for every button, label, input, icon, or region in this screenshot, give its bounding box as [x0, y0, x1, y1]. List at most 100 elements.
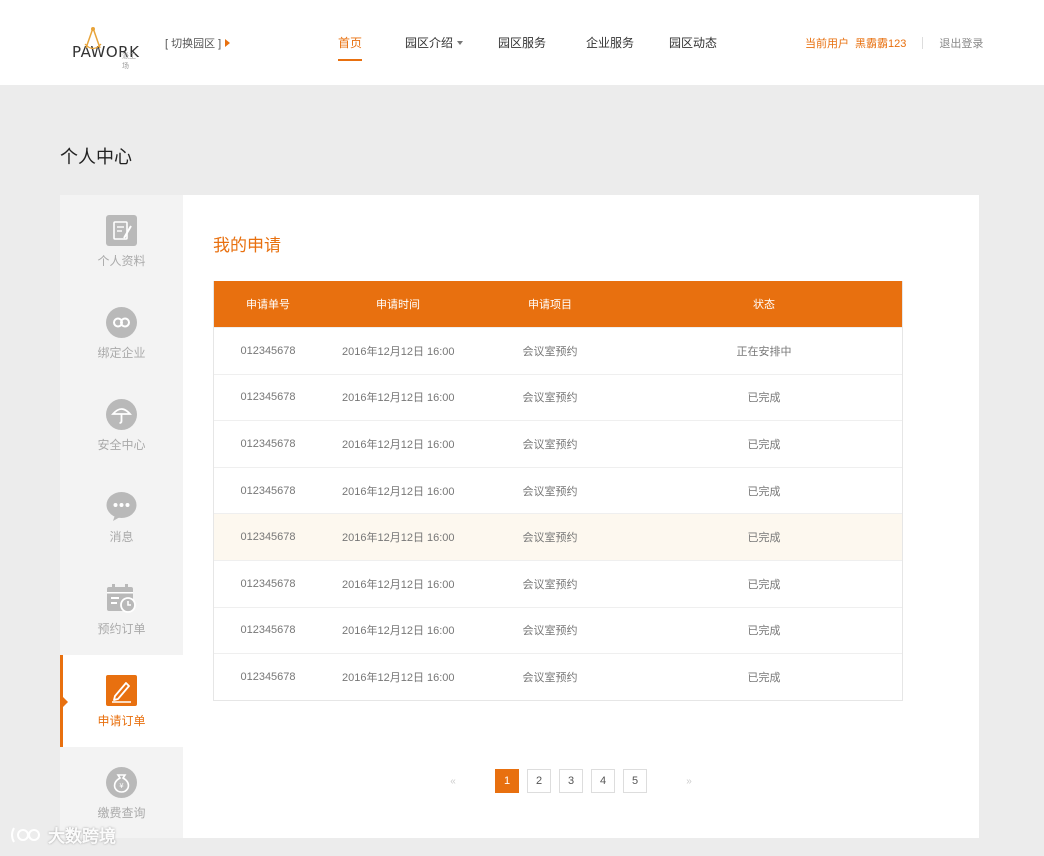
- page-button-5[interactable]: 5: [623, 769, 647, 793]
- sidebar-item-label: 安全中心: [97, 438, 146, 452]
- cell-apply-time: 2016年12月12日 16:00: [342, 532, 455, 545]
- cell-order-number: 012345678: [240, 437, 296, 450]
- cell-order-number: 012345678: [240, 391, 296, 404]
- sidebar-item-booking-orders[interactable]: 预约订单: [60, 563, 183, 655]
- logout-link[interactable]: 退出登录: [939, 35, 983, 51]
- table-header: 申请单号 申请时间 申请项目 状态: [214, 281, 902, 327]
- cell-apply-item: 会议室预约: [522, 485, 578, 498]
- sidebar-item-label: 预约订单: [97, 622, 146, 636]
- cell-order-number: 012345678: [240, 624, 296, 637]
- nav-item-enterprise-services[interactable]: 企业服务: [586, 0, 634, 85]
- watermark-logo-icon: [11, 827, 40, 842]
- cell-status: 已完成: [747, 438, 781, 451]
- link-icon: [106, 307, 137, 338]
- sidebar-item-label: 缴费查询: [97, 806, 146, 820]
- sidebar-item-label: 消息: [109, 530, 134, 544]
- table-row[interactable]: 012345678 2016年12月12日 16:00 会议室预约 已完成: [214, 466, 902, 514]
- pencil-icon: [106, 675, 137, 706]
- caret-right-icon: [225, 39, 231, 47]
- cell-order-number: 012345678: [240, 577, 296, 590]
- table-row-highlighted[interactable]: 012345678 2016年12月12日 16:00 会议室预约 已完成: [214, 513, 902, 560]
- nav-item-home[interactable]: 首页: [330, 0, 370, 85]
- table-row[interactable]: 012345678 2016年12月12日 16:00 会议室预约 已完成: [214, 373, 902, 421]
- nav-item-park-intro[interactable]: 园区介绍: [405, 0, 464, 85]
- table-row[interactable]: 012345678 2016年12月12日 16:00 会议室预约 正在安排中: [214, 327, 902, 374]
- page-button-3[interactable]: 3: [559, 769, 583, 793]
- main-nav: 首页 园区介绍 园区服务 企业服务 园区动态: [330, 0, 717, 85]
- cell-status: 已完成: [747, 485, 781, 498]
- cell-apply-time: 2016年12月12日 16:00: [342, 485, 455, 498]
- cell-apply-item: 会议室预约: [522, 392, 578, 405]
- cell-status: 已完成: [747, 578, 781, 591]
- umbrella-icon: [106, 399, 137, 430]
- cell-status: 已完成: [747, 392, 781, 405]
- cell-apply-time: 2016年12月12日 16:00: [342, 345, 455, 358]
- sidebar-item-bind-company[interactable]: 绑定企业: [60, 287, 183, 379]
- cell-apply-time: 2016年12月12日 16:00: [342, 392, 455, 405]
- sidebar-item-label: 绑定企业: [97, 346, 146, 360]
- column-header: 申请单号: [246, 299, 290, 311]
- table-row[interactable]: 012345678 2016年12月12日 16:00 会议室预约 已完成: [214, 653, 902, 700]
- chevron-down-icon: [457, 40, 464, 45]
- nav-item-park-services[interactable]: 园区服务: [498, 0, 546, 85]
- calendar-clock-icon: [106, 583, 137, 614]
- page-button-2[interactable]: 2: [527, 769, 551, 793]
- pagination-prev-button[interactable]: «: [441, 769, 465, 793]
- sidebar-item-profile[interactable]: 个人资料: [60, 195, 183, 287]
- column-header: 申请项目: [528, 299, 572, 311]
- nav-item-label: 园区服务: [498, 36, 547, 50]
- switch-park-label: [ 切换园区 ]: [165, 38, 222, 50]
- page-button-1[interactable]: 1: [495, 769, 519, 793]
- cell-order-number: 012345678: [240, 344, 296, 357]
- cell-status: 正在安排中: [736, 345, 792, 358]
- applications-table: 申请单号 申请时间 申请项目 状态 012345678 2016年12月12日 …: [213, 281, 903, 701]
- switch-park-button[interactable]: [ 切换园区 ]: [165, 35, 231, 51]
- current-user-label: 当前用户: [805, 38, 849, 50]
- cell-status: 已完成: [747, 532, 781, 545]
- nav-item-label: 园区动态: [669, 36, 718, 50]
- logo[interactable]: PAWORK 派工场: [72, 27, 139, 70]
- watermark-text: 大数跨境: [48, 827, 116, 846]
- top-header: PAWORK 派工场 [ 切换园区 ] 首页 园区介绍 园区服务 企业服务 园区…: [0, 0, 1044, 85]
- nav-item-label: 企业服务: [586, 36, 635, 50]
- cell-apply-time: 2016年12月12日 16:00: [342, 625, 455, 638]
- sidebar: 个人资料 绑定企业 安全中心 消息 预约订单 申请订单 ¥ 缴费查询: [60, 195, 183, 838]
- column-header: 状态: [753, 299, 775, 311]
- cell-apply-time: 2016年12月12日 16:00: [342, 578, 455, 591]
- watermark: 大数跨境: [10, 822, 116, 847]
- user-area: 当前用户 黑霸霸123 退出登录: [805, 35, 983, 51]
- nav-item-park-news[interactable]: 园区动态: [669, 0, 717, 85]
- table-row[interactable]: 012345678 2016年12月12日 16:00 会议室预约 已完成: [214, 606, 902, 654]
- column-header: 申请时间: [376, 299, 420, 311]
- table-row[interactable]: 012345678 2016年12月12日 16:00 会议室预约 已完成: [214, 420, 902, 467]
- divider: [922, 37, 924, 49]
- nav-item-label: 首页: [337, 36, 362, 50]
- pagination: « 1 2 3 4 5 »: [441, 769, 701, 793]
- pagination-next-button[interactable]: »: [677, 769, 701, 793]
- page-title: 个人中心: [60, 147, 132, 167]
- cell-apply-time: 2016年12月12日 16:00: [342, 438, 455, 451]
- table-row[interactable]: 012345678 2016年12月12日 16:00 会议室预约 已完成: [214, 559, 902, 607]
- current-user-name[interactable]: 黑霸霸123: [855, 35, 906, 51]
- sidebar-item-security[interactable]: 安全中心: [60, 379, 183, 471]
- cell-apply-item: 会议室预约: [522, 438, 578, 451]
- profile-edit-icon: [106, 215, 137, 246]
- section-title: 我的申请: [213, 236, 281, 255]
- sidebar-item-application-orders[interactable]: 申请订单: [60, 655, 183, 747]
- logo-compass-icon: [84, 27, 102, 50]
- page-button-4[interactable]: 4: [591, 769, 615, 793]
- cell-status: 已完成: [747, 625, 781, 638]
- cell-apply-time: 2016年12月12日 16:00: [342, 671, 455, 684]
- money-bag-icon: ¥: [106, 767, 137, 798]
- main-panel: 我的申请 申请单号 申请时间 申请项目 状态 012345678 2016年12…: [183, 195, 979, 838]
- cell-order-number: 012345678: [240, 484, 296, 497]
- logo-subtext: 派工场: [122, 53, 136, 70]
- cell-order-number: 012345678: [240, 531, 296, 544]
- cell-order-number: 012345678: [240, 670, 296, 683]
- cell-apply-item: 会议室预约: [522, 532, 578, 545]
- cell-status: 已完成: [747, 671, 781, 684]
- cell-apply-item: 会议室预约: [522, 578, 578, 591]
- sidebar-item-messages[interactable]: 消息: [60, 471, 183, 563]
- sidebar-item-label: 个人资料: [97, 254, 146, 268]
- cell-apply-item: 会议室预约: [522, 345, 578, 358]
